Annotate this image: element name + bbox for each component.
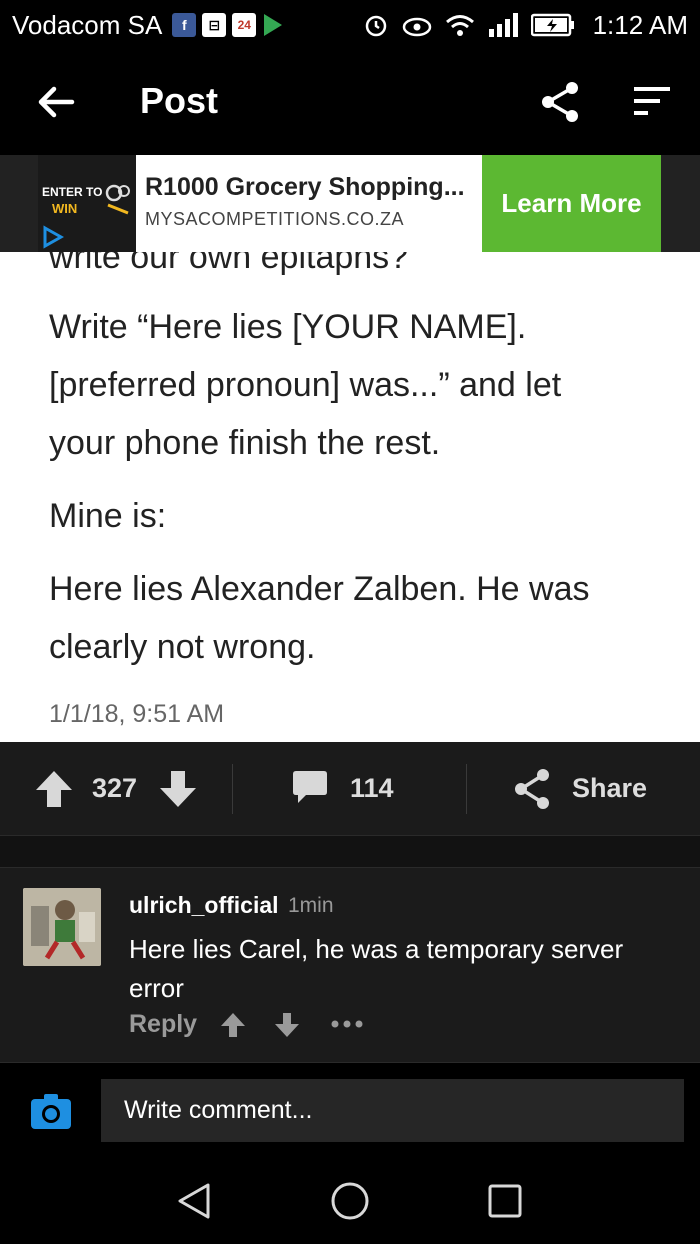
post-text-line: Mine is: xyxy=(49,497,167,535)
signal-icon xyxy=(488,13,518,37)
wifi-icon xyxy=(445,15,474,36)
avatar-image xyxy=(23,888,101,966)
post-text-line-cut: write our own epitaphs? xyxy=(49,252,409,276)
post-text-line: your phone finish the rest. xyxy=(49,424,441,462)
carrier-name: Vodacom SA xyxy=(12,9,163,40)
camera-icon[interactable] xyxy=(31,1093,71,1129)
alarm-icon xyxy=(365,15,386,37)
system-nav-bar xyxy=(0,1158,700,1244)
comment-upvote-icon[interactable] xyxy=(219,1011,247,1039)
news24-icon: 24 xyxy=(232,13,257,37)
play-store-icon xyxy=(264,14,283,36)
notification-icons: f ⊟ 24 xyxy=(172,13,284,37)
sort-icon[interactable] xyxy=(632,84,672,118)
post-text-line: clearly not wrong. xyxy=(49,628,316,666)
ad-banner[interactable]: ENTER TO WIN R1000 Grocery Shopping... M… xyxy=(0,155,700,252)
comment-time: 1min xyxy=(288,894,334,917)
comment-username[interactable]: ulrich_official xyxy=(129,892,279,919)
comment-text: Here lies Carel, he was a temporary serv… xyxy=(129,934,624,1003)
post-actions-bar: 327 114 Share xyxy=(0,742,700,836)
post-image[interactable]: write our own epitaphs? Write “Here lies… xyxy=(0,252,700,742)
post-date: 1/1/18, 9:51 AM xyxy=(49,700,225,728)
post-text-line: [preferred pronoun] was...” and let xyxy=(49,366,562,404)
comment-icon[interactable] xyxy=(292,769,328,805)
battery-icon xyxy=(530,13,574,37)
avatar[interactable] xyxy=(23,888,101,966)
ad-title[interactable]: R1000 Grocery Shopping... xyxy=(145,173,465,202)
ad-logo-enter: ENTER TO xyxy=(42,185,103,199)
more-options-icon[interactable] xyxy=(330,1016,364,1032)
share-icon[interactable] xyxy=(538,80,582,124)
nav-back-icon[interactable] xyxy=(176,1182,212,1220)
facebook-icon: f xyxy=(172,13,197,37)
back-arrow-icon[interactable] xyxy=(34,80,78,124)
divider xyxy=(232,764,233,814)
clock: 1:12 AM xyxy=(592,9,688,40)
nav-home-icon[interactable] xyxy=(330,1181,370,1221)
post-text-line: Here lies Alexander Zalben. He was xyxy=(49,570,590,608)
comment-downvote-icon[interactable] xyxy=(273,1011,301,1039)
comment-count[interactable]: 114 xyxy=(350,773,394,804)
divider xyxy=(466,764,467,814)
ad-content[interactable]: R1000 Grocery Shopping... MYSACOMPETITIO… xyxy=(136,155,482,252)
ad-domain: MYSACOMPETITIONS.CO.ZA xyxy=(145,209,405,229)
gears-icon xyxy=(105,184,130,215)
share-post-icon[interactable] xyxy=(512,768,552,810)
learn-more-button[interactable]: Learn More xyxy=(482,155,661,252)
page-title: Post xyxy=(140,80,219,121)
separator xyxy=(0,836,700,868)
upvote-icon[interactable] xyxy=(34,769,74,809)
downvote-icon[interactable] xyxy=(158,769,198,809)
comment-composer xyxy=(0,1063,700,1158)
status-bar: Vodacom SA f ⊟ 24 1:12 AM xyxy=(0,0,700,50)
app-bar: Post xyxy=(0,50,700,155)
comment-item: ulrich_official 1min Here lies Carel, he… xyxy=(0,868,700,1063)
vote-count: 327 xyxy=(92,773,138,803)
nav-recents-icon[interactable] xyxy=(488,1184,522,1218)
ad-logo-win: WIN xyxy=(52,201,78,216)
adchoices-icon[interactable] xyxy=(42,225,64,249)
reply-button[interactable]: Reply xyxy=(129,1010,197,1039)
messenger-icon: ⊟ xyxy=(202,13,227,37)
post-text-line: Write “Here lies [YOUR NAME]. xyxy=(49,308,527,346)
share-button[interactable]: Share xyxy=(572,773,647,804)
ad-logo: ENTER TO WIN xyxy=(38,155,136,252)
comment-input[interactable] xyxy=(101,1079,684,1142)
eye-comfort-icon xyxy=(402,17,431,37)
